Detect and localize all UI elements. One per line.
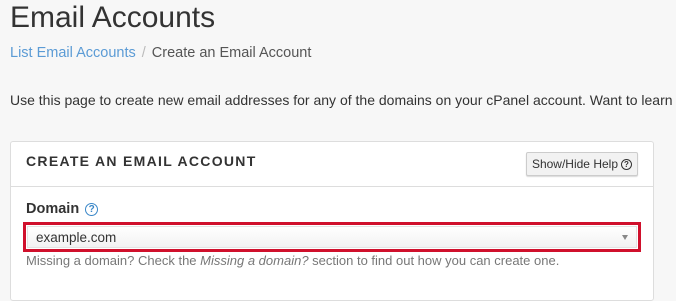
panel-heading: CREATE AN EMAIL ACCOUNT Show/Hide Help ?: [11, 142, 653, 187]
show-hide-help-label: Show/Hide Help: [531, 157, 618, 171]
breadcrumb: List Email Accounts / Create an Email Acco…: [10, 45, 311, 61]
panel-title: CREATE AN EMAIL ACCOUNT: [26, 153, 257, 169]
domain-help-text-emphasis: Missing a domain?: [200, 253, 309, 268]
domain-select[interactable]: example.com: [27, 226, 637, 248]
domain-label: Domain: [26, 201, 80, 217]
breadcrumb-separator: /: [141, 45, 146, 61]
domain-label-row: Domain ?: [26, 201, 99, 217]
domain-select-value: example.com: [36, 229, 117, 245]
domain-help-text-suffix: section to find out how you can create o…: [308, 253, 560, 268]
breadcrumb-current: Create an Email Account: [151, 45, 312, 61]
create-email-account-panel: CREATE AN EMAIL ACCOUNT Show/Hide Help ?…: [10, 141, 654, 301]
domain-select-highlight: example.com: [23, 222, 641, 252]
domain-help-icon[interactable]: ?: [85, 202, 99, 216]
question-circle-icon: ?: [621, 158, 632, 170]
page-title: Email Accounts: [10, 1, 216, 34]
domain-help-text-prefix: Missing a domain? Check the: [26, 253, 201, 268]
caret-down-icon: [622, 235, 628, 240]
intro-text: Use this page to create new email addres…: [10, 92, 673, 108]
breadcrumb-link-list-email-accounts[interactable]: List Email Accounts: [10, 45, 136, 61]
domain-help-text: Missing a domain? Check the Missing a do…: [26, 253, 559, 268]
show-hide-help-button[interactable]: Show/Hide Help ?: [525, 152, 638, 176]
